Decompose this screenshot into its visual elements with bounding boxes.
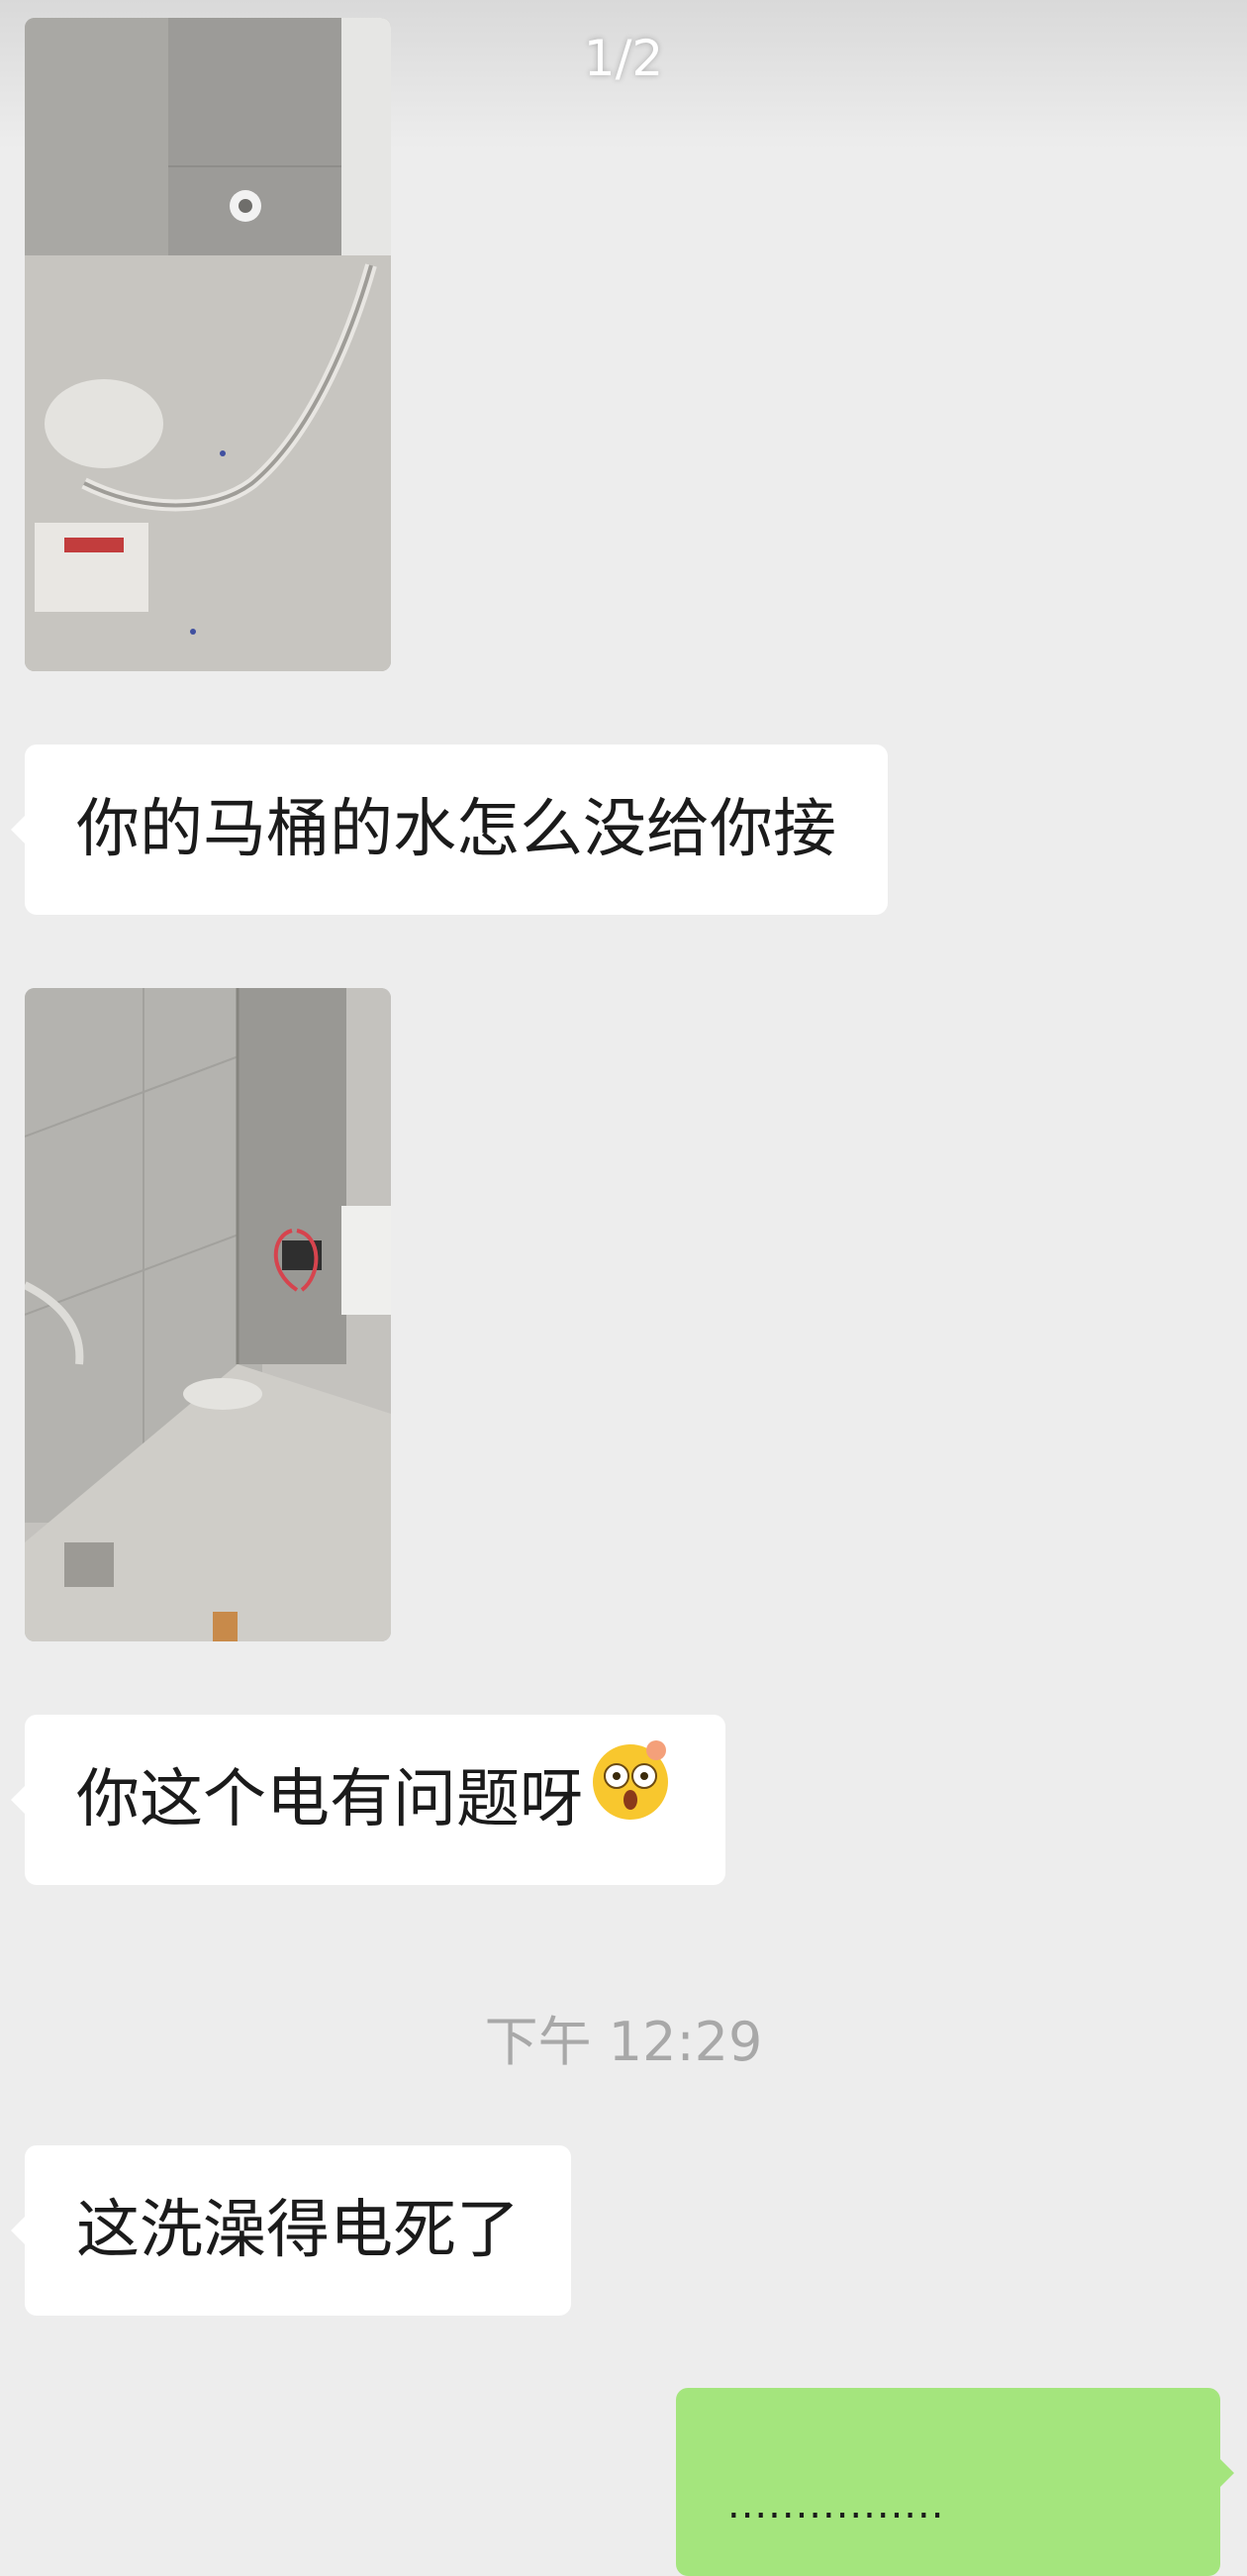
message-image-bathroom-outlet[interactable]	[25, 988, 391, 1641]
timestamp: 下午 12:29	[484, 2011, 763, 2073]
message-bubble: 这洗澡得电死了	[11, 2145, 571, 2316]
message-image-bathroom-pipe[interactable]	[25, 18, 391, 671]
astonished-face-emoji	[587, 1718, 674, 1888]
message-text: ................	[727, 2482, 945, 2527]
message-text: 你这个电有问题呀	[76, 1763, 583, 1836]
message-bubble: 你的马桶的水怎么没给你接	[11, 744, 888, 915]
message-bubble-sent: ................	[676, 2388, 1234, 2576]
message-bubble: 你这个电有问题呀	[11, 1715, 725, 1888]
page-counter: 1/2	[583, 30, 664, 87]
